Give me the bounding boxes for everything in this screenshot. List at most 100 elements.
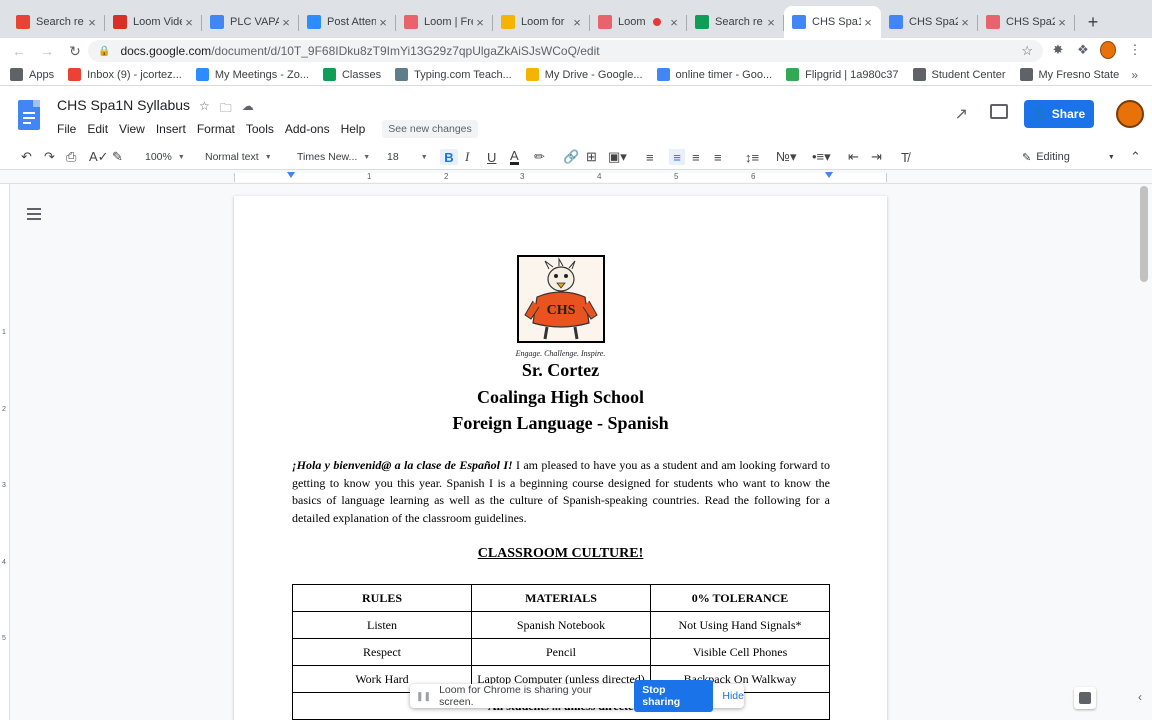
font-size-select[interactable]: 18 ▼ [387, 149, 428, 165]
close-tab-icon[interactable]: × [473, 15, 487, 30]
close-tab-icon[interactable]: × [667, 15, 681, 30]
vertical-scrollbar[interactable] [1140, 186, 1148, 282]
close-tab-icon[interactable]: × [1055, 15, 1069, 30]
menu-file[interactable]: File [57, 122, 76, 136]
docs-logo-icon[interactable] [18, 100, 40, 130]
browser-tab[interactable]: Post Atten × [299, 6, 396, 38]
increase-indent-icon[interactable]: ⇥ [871, 149, 882, 165]
see-new-changes-button[interactable]: See new changes [382, 120, 478, 138]
cloud-saved-icon[interactable]: ☁ [242, 99, 254, 120]
bookmark-star-icon[interactable]: ☆ [1021, 43, 1033, 59]
chrome-menu-icon[interactable]: ⋮ [1127, 42, 1143, 58]
bookmark-item[interactable]: My Meetings - Zo... [195, 68, 309, 81]
redo-icon[interactable]: ↷ [44, 149, 55, 165]
paint-format-icon[interactable]: ✎ [112, 149, 123, 165]
activity-trend-icon[interactable]: ↗ [955, 104, 968, 124]
menu-insert[interactable]: Insert [156, 122, 186, 136]
document-page[interactable]: CHS Engage. Challenge. Inspire. Sr. Cort… [234, 196, 887, 720]
browser-tab[interactable]: PLC VAPA × [202, 6, 299, 38]
numbered-list-icon[interactable]: №▾ [776, 149, 796, 165]
right-indent-marker[interactable] [825, 172, 833, 178]
bookmark-item[interactable]: My Fresno State [1019, 68, 1119, 81]
add-comment-icon[interactable]: ⊞ [586, 149, 597, 165]
bookmark-item[interactable]: My Drive - Google... [525, 68, 643, 81]
drag-handle-icon[interactable]: ❚❚ [416, 691, 431, 702]
close-tab-icon[interactable]: × [376, 15, 390, 30]
browser-tab[interactable]: Loom × [590, 6, 687, 38]
profile-avatar[interactable] [1100, 41, 1116, 59]
collapse-menus-icon[interactable]: ⌃ [1130, 149, 1141, 165]
font-select[interactable]: Times New... ▼ [297, 149, 370, 165]
bookmark-item[interactable]: Apps [10, 68, 54, 81]
browser-tab[interactable]: CHS Spa2 × [978, 6, 1075, 38]
print-icon[interactable]: ⎙ [66, 149, 76, 165]
star-icon[interactable]: ☆ [199, 99, 210, 120]
menu-edit[interactable]: Edit [87, 122, 108, 136]
menu-view[interactable]: View [119, 122, 145, 136]
forward-icon[interactable]: → [36, 43, 58, 59]
share-button[interactable]: 👤 Share [1024, 100, 1094, 128]
browser-tab[interactable]: Loom | Fre × [396, 6, 493, 38]
side-panel-toggle-icon[interactable]: ‹ [1138, 690, 1142, 704]
italic-icon[interactable]: I [465, 149, 469, 165]
horizontal-ruler[interactable]: 1 2 3 4 5 6 [0, 171, 1152, 184]
close-tab-icon[interactable]: × [279, 15, 293, 30]
line-spacing-icon[interactable]: ↕≡ [745, 149, 759, 165]
align-center-icon[interactable]: ≡ [669, 149, 685, 165]
new-tab-button[interactable]: + [1079, 6, 1107, 38]
browser-tab[interactable]: Search re × [687, 6, 784, 38]
stop-sharing-button[interactable]: Stop sharing [634, 680, 714, 712]
close-tab-icon[interactable]: × [85, 15, 99, 30]
bookmark-item[interactable]: Inbox (9) - jcortez... [68, 68, 182, 81]
text-color-icon[interactable]: A [510, 149, 519, 165]
bold-icon[interactable]: B [440, 149, 458, 165]
menu-addons[interactable]: Add-ons [285, 122, 330, 136]
decrease-indent-icon[interactable]: ⇤ [848, 149, 859, 165]
bulleted-list-icon[interactable]: •≡▾ [812, 149, 831, 165]
zoom-select[interactable]: 100% ▼ [145, 149, 185, 165]
document-title[interactable]: CHS Spa1N Syllabus [57, 97, 190, 113]
reload-icon[interactable]: ↻ [64, 43, 86, 60]
document-outline-icon[interactable] [27, 208, 41, 220]
left-indent-marker[interactable] [287, 172, 295, 178]
bookmark-item[interactable]: Classes [322, 68, 381, 81]
undo-icon[interactable]: ↶ [21, 149, 32, 165]
align-left-icon[interactable]: ≡ [646, 149, 654, 165]
close-tab-icon[interactable]: × [861, 15, 875, 30]
hide-button[interactable]: Hide [722, 690, 744, 702]
vertical-ruler[interactable]: 1 2 3 4 5 [0, 184, 10, 720]
align-right-icon[interactable]: ≡ [692, 149, 700, 165]
browser-tab[interactable]: CHS Spa1 × [784, 6, 881, 38]
close-tab-icon[interactable]: × [958, 15, 972, 30]
close-tab-icon[interactable]: × [570, 15, 584, 30]
comment-history-icon[interactable] [990, 104, 1008, 119]
editing-mode-select[interactable]: ✎ Editing ▼ [1022, 149, 1115, 165]
style-select[interactable]: Normal text ▼ [205, 149, 272, 165]
bookmark-item[interactable]: Flipgrid | 1a980c37 [786, 68, 899, 81]
insert-image-icon[interactable]: ▣▾ [608, 149, 627, 165]
highlight-icon[interactable]: ✏ [534, 149, 545, 165]
bookmark-item[interactable]: Typing.com Teach... [395, 68, 512, 81]
bookmark-item[interactable]: Student Center [912, 68, 1006, 81]
browser-tab[interactable]: Loom for × [493, 6, 590, 38]
address-bar[interactable]: 🔒 docs.google.com/document/d/10T_9F68IDk… [88, 40, 1043, 62]
explore-icon[interactable] [1074, 687, 1096, 709]
menu-help[interactable]: Help [341, 122, 366, 136]
extension-loom-icon[interactable]: ✸ [1050, 42, 1066, 58]
bookmark-item[interactable]: online timer - Goo... [656, 68, 772, 81]
clear-formatting-icon[interactable]: T̸ [901, 149, 909, 165]
account-avatar[interactable] [1116, 100, 1144, 128]
bookmarks-overflow-icon[interactable]: » [1131, 68, 1138, 82]
underline-icon[interactable]: U [487, 149, 496, 165]
back-icon[interactable]: ← [8, 43, 30, 59]
extensions-puzzle-icon[interactable]: ❖ [1075, 42, 1091, 58]
close-tab-icon[interactable]: × [764, 15, 778, 30]
browser-tab[interactable]: Search re × [8, 6, 105, 38]
browser-tab[interactable]: CHS Spa2 × [881, 6, 978, 38]
menu-format[interactable]: Format [197, 122, 235, 136]
menu-tools[interactable]: Tools [246, 122, 274, 136]
move-folder-icon[interactable]: 🗀 [220, 99, 232, 120]
close-tab-icon[interactable]: × [182, 15, 196, 30]
spellcheck-icon[interactable]: A✓ [89, 149, 109, 165]
align-justify-icon[interactable]: ≡ [714, 149, 722, 165]
